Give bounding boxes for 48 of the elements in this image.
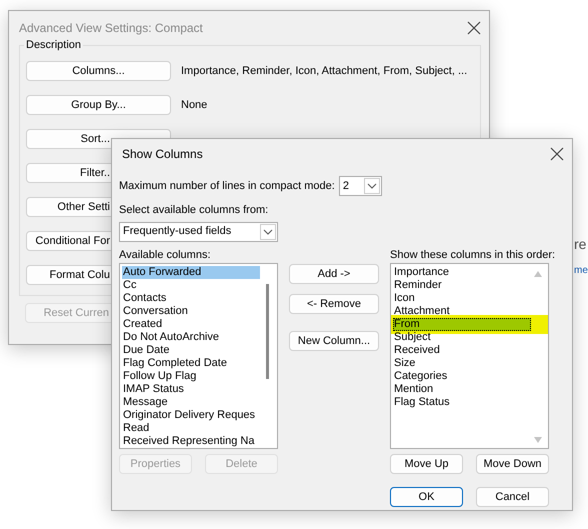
close-icon[interactable] [550,147,564,161]
list-item[interactable]: Size [393,357,531,370]
action-button[interactable]: New Column... [289,331,379,351]
list-item[interactable]: Flag Completed Date [122,357,260,370]
list-item[interactable]: Message [122,396,260,409]
caret-icon [366,183,377,189]
list-item[interactable]: Read [122,422,260,435]
window-title: Advanced View Settings: Compact [19,20,203,37]
list-item[interactable]: Flag Status [393,396,531,409]
scroll-down-icon[interactable] [533,436,543,444]
close-icon[interactable] [467,21,481,35]
scrollbar-thumb[interactable] [266,284,269,379]
list-item[interactable]: Importance [393,266,531,279]
settings-button[interactable]: Columns... [26,61,171,81]
lines-dropdown[interactable]: 2 [338,176,382,196]
list-item[interactable]: Categories [393,370,531,383]
list-item[interactable]: Auto Forwarded [122,266,260,279]
list-item[interactable]: Mention [393,383,531,396]
cancel-button[interactable]: Cancel [476,487,549,507]
group-label: Description [24,37,84,54]
settings-button[interactable]: Group By... [26,95,171,115]
field-label: Show these columns in this order: [390,248,556,262]
scroll-up-icon[interactable] [533,270,543,278]
list-item[interactable]: Attachment [393,305,531,318]
list-item[interactable]: Originator Delivery Reques [122,409,260,422]
list-item[interactable]: Subject [393,331,531,344]
heading-text: re [574,235,586,254]
list-item[interactable]: Do Not AutoArchive [122,331,260,344]
order-button[interactable]: Move Down [476,454,549,474]
list-item[interactable]: IMAP Status [122,383,260,396]
source-dropdown[interactable]: Frequently-used fields [119,222,278,242]
action-button[interactable]: <- Remove [289,294,379,314]
caret-icon [263,228,273,234]
ok-button[interactable]: OK [390,487,463,507]
list-item[interactable]: Follow Up Flag [122,370,260,383]
list-item[interactable]: Icon [393,292,531,305]
list-item[interactable]: Received [393,344,531,357]
list-item[interactable]: Reminder [393,279,531,292]
setting-value: None [181,98,208,113]
list-item[interactable]: From [393,318,531,331]
setting-value: Importance, Reminder, Icon, Attachment, From, Subject, ... [181,64,468,79]
list-item[interactable]: Received Representing Na [122,435,260,448]
list-item[interactable]: Due Date [122,344,260,357]
window-title: Show Columns [122,146,203,163]
list-item[interactable]: Contacts [122,292,260,305]
order-button[interactable]: Move Up [390,454,463,474]
link-text[interactable]: me [574,263,588,278]
action-button[interactable]: Add -> [289,264,379,284]
